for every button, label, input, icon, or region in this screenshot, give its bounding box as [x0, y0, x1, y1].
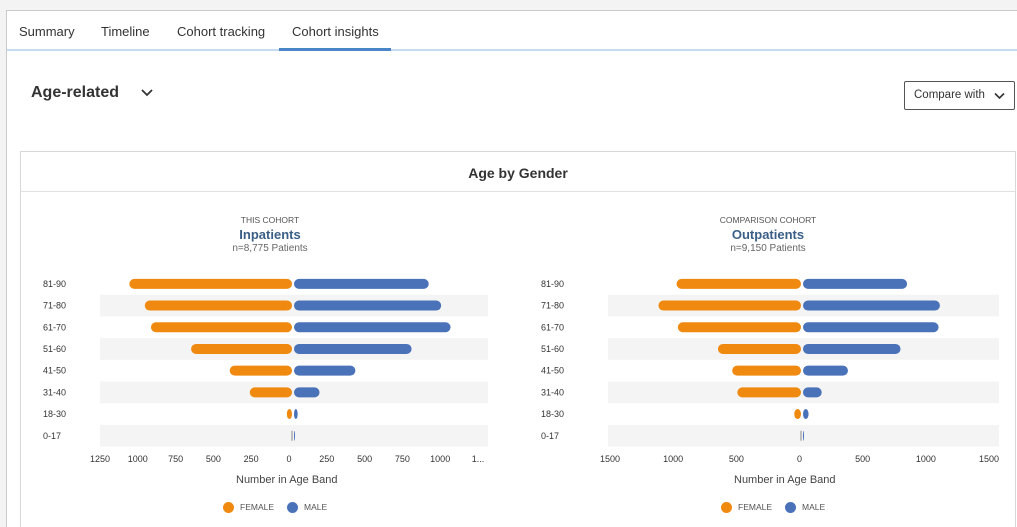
- bar-male[interactable]: [294, 430, 295, 441]
- y-tick-label: 31-40: [541, 387, 564, 397]
- bar-female[interactable]: [249, 387, 292, 398]
- x-tick-label: 1000: [663, 454, 683, 464]
- x-tick-label: 0: [797, 454, 802, 464]
- bar-male[interactable]: [294, 278, 429, 289]
- bar-male[interactable]: [294, 409, 298, 420]
- bar-female[interactable]: [229, 365, 292, 376]
- y-tick-label: 81-90: [541, 279, 564, 289]
- bar-female[interactable]: [291, 430, 293, 441]
- x-tick-label: 750: [168, 454, 183, 464]
- x-tick-label: 0: [286, 454, 291, 464]
- y-tick-label: 31-40: [43, 387, 66, 397]
- bar-female[interactable]: [794, 409, 801, 420]
- active-tab-indicator: [279, 48, 391, 51]
- x-tick-label: 1000: [916, 454, 936, 464]
- y-tick-label: 81-90: [43, 279, 66, 289]
- bar-female[interactable]: [658, 300, 801, 311]
- tab-cohort-tracking[interactable]: Cohort tracking: [177, 24, 265, 39]
- x-tick-label: 1250: [90, 454, 110, 464]
- compare-with-label: Compare with: [914, 89, 985, 101]
- x-tick-label: 1500: [979, 454, 999, 464]
- chevron-down-icon[interactable]: [140, 86, 154, 100]
- legend-female-label: FEMALE: [240, 502, 275, 512]
- y-tick-label: 51-60: [43, 344, 66, 354]
- tab-timeline[interactable]: Timeline: [101, 24, 150, 39]
- bar-male[interactable]: [803, 365, 848, 376]
- bar-female[interactable]: [737, 387, 801, 398]
- bar-male[interactable]: [803, 409, 809, 420]
- bar-male[interactable]: [803, 278, 908, 289]
- x-axis-title: Number in Age Band: [734, 474, 836, 486]
- y-tick-label: 61-70: [541, 322, 564, 332]
- y-tick-label: 41-50: [541, 366, 564, 376]
- bar-female[interactable]: [676, 278, 801, 289]
- legend-female[interactable]: FEMALE: [223, 502, 275, 514]
- x-tick-label: 1000: [430, 454, 450, 464]
- compare-with-button[interactable]: Compare with: [904, 81, 1015, 110]
- x-tick-label: 250: [319, 454, 334, 464]
- y-tick-label: 71-80: [43, 301, 66, 311]
- y-tick-label: 0-17: [541, 431, 559, 441]
- x-tick-label: 500: [206, 454, 221, 464]
- legend-female[interactable]: FEMALE: [721, 502, 773, 514]
- x-tick-label: 750: [395, 454, 410, 464]
- bar-female[interactable]: [800, 430, 802, 441]
- bar-male[interactable]: [294, 343, 412, 354]
- y-tick-label: 61-70: [43, 322, 66, 332]
- main-frame: Summary Timeline Cohort tracking Cohort …: [6, 10, 1017, 527]
- x-tick-label: 500: [729, 454, 744, 464]
- x-tick-label: 1500: [600, 454, 620, 464]
- bar-male[interactable]: [294, 322, 451, 333]
- bar-male[interactable]: [294, 365, 356, 376]
- x-tick-label: 1...: [472, 454, 485, 464]
- y-tick-label: 18-30: [43, 409, 66, 419]
- legend-male-label: MALE: [304, 502, 328, 512]
- legend-male-label: MALE: [802, 502, 826, 512]
- tab-summary[interactable]: Summary: [19, 24, 75, 39]
- legend-male[interactable]: MALE: [287, 502, 328, 514]
- age-by-gender-card: Age by Gender THIS COHORT Inpatients n=8…: [20, 151, 1016, 527]
- bar-female[interactable]: [144, 300, 292, 311]
- this-cohort-panel: THIS COHORT Inpatients n=8,775 Patients …: [21, 152, 519, 527]
- age-gender-chart: 81-90 71-80 61-70 51-60 41-50 31-40 18-30 0-17 1…: [541, 278, 999, 464]
- male-dot-icon: [287, 502, 298, 514]
- bar-male[interactable]: [294, 300, 442, 311]
- tab-bar: Summary Timeline Cohort tracking Cohort …: [7, 11, 1017, 51]
- bar-male[interactable]: [803, 430, 804, 441]
- bar-male[interactable]: [803, 387, 822, 398]
- bar-female[interactable]: [129, 278, 292, 289]
- bar-male[interactable]: [803, 322, 939, 333]
- x-tick-label: 250: [244, 454, 259, 464]
- y-tick-label: 0-17: [43, 431, 61, 441]
- bar-female[interactable]: [191, 343, 292, 354]
- bar-female[interactable]: [732, 365, 801, 376]
- bar-female[interactable]: [717, 343, 801, 354]
- y-tick-label: 51-60: [541, 344, 564, 354]
- legend-female-label: FEMALE: [738, 502, 773, 512]
- category-dropdown[interactable]: Age-related: [31, 84, 119, 102]
- y-tick-label: 41-50: [43, 366, 66, 376]
- female-dot-icon: [223, 502, 234, 514]
- comparison-cohort-panel: COMPARISON COHORT Outpatients n=9,150 Pa…: [519, 152, 1017, 527]
- female-dot-icon: [721, 502, 732, 514]
- x-tick-label: 1000: [128, 454, 148, 464]
- y-tick-label: 18-30: [541, 409, 564, 419]
- bar-female[interactable]: [286, 409, 292, 420]
- x-tick-label: 500: [357, 454, 372, 464]
- tab-cohort-insights[interactable]: Cohort insights: [292, 24, 379, 39]
- bar-male[interactable]: [803, 300, 940, 311]
- x-axis-title: Number in Age Band: [236, 474, 338, 486]
- x-tick-label: 500: [855, 454, 870, 464]
- app-root: Summary Timeline Cohort tracking Cohort …: [0, 0, 1017, 527]
- legend-male[interactable]: MALE: [785, 502, 826, 514]
- age-gender-chart: 81-90 71-80 61-70 51-60 41-50 31-40 18-30 0-17 1…: [43, 278, 488, 464]
- y-tick-label: 71-80: [541, 301, 564, 311]
- bar-male[interactable]: [294, 387, 320, 398]
- chevron-down-icon: [994, 92, 1005, 100]
- bar-female[interactable]: [677, 322, 801, 333]
- bar-female[interactable]: [150, 322, 292, 333]
- bar-male[interactable]: [803, 343, 901, 354]
- male-dot-icon: [785, 502, 796, 514]
